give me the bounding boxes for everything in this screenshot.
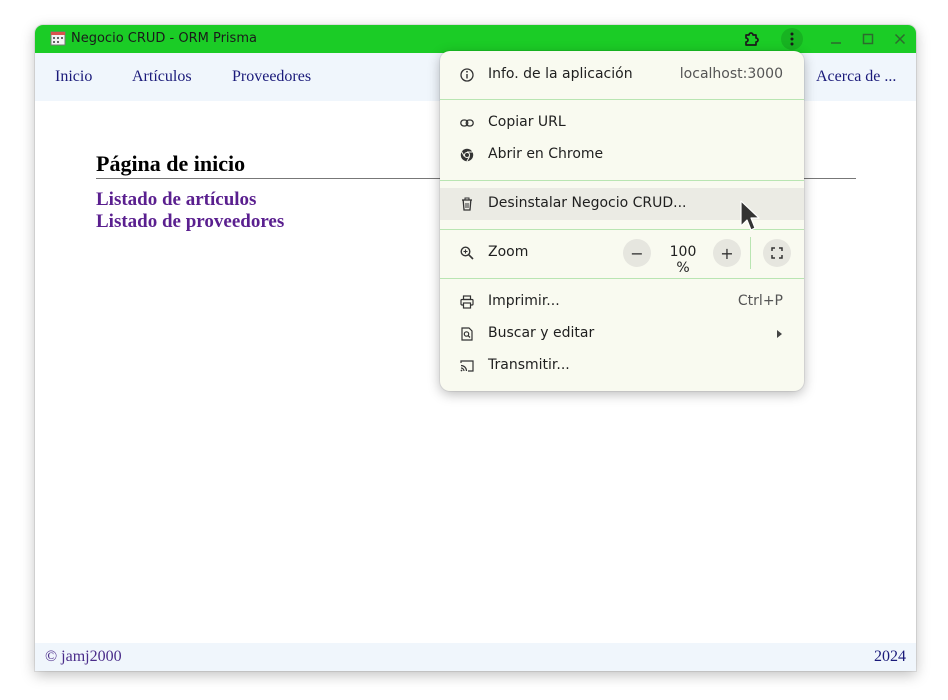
zoom-out-button[interactable]: − — [623, 239, 651, 267]
find-page-icon — [461, 327, 473, 341]
vertical-dots-icon — [790, 32, 794, 46]
menu-label: Transmitir... — [488, 357, 570, 373]
menu-item-app-info[interactable]: Info. de la aplicación localhost:3000 — [440, 59, 804, 91]
link-listado-proveedores[interactable]: Listado de proveedores — [96, 211, 284, 233]
extensions-button[interactable] — [741, 28, 763, 50]
cast-icon — [460, 360, 474, 372]
menu-item-open-in-chrome[interactable]: Abrir en Chrome — [440, 139, 804, 171]
printer-icon — [460, 295, 474, 309]
menu-app-host: localhost:3000 — [679, 66, 783, 82]
menu-label: Desinstalar Negocio CRUD... — [488, 195, 687, 211]
page-title: Página de inicio — [96, 151, 246, 176]
menu-label: Zoom — [488, 244, 529, 260]
zoom-value: 100 % — [669, 244, 697, 276]
menu-item-cast[interactable]: Transmitir... — [440, 350, 804, 382]
menu-item-copy-url[interactable]: Copiar URL — [440, 107, 804, 139]
footer-year: 2024 — [874, 648, 906, 665]
puzzle-icon — [745, 32, 759, 46]
nav-articulos[interactable]: Artículos — [132, 68, 192, 86]
link-icon — [460, 119, 474, 127]
zoom-icon — [460, 246, 474, 260]
menu-separator — [440, 278, 804, 279]
footer-copyright: © jamj2000 — [45, 648, 122, 665]
info-icon — [460, 68, 474, 82]
menu-label: Info. de la aplicación — [488, 66, 633, 82]
window-title: Negocio CRUD - ORM Prisma — [71, 31, 257, 46]
minimize-button[interactable] — [825, 28, 847, 50]
menu-label: Imprimir... — [488, 293, 560, 309]
maximize-button[interactable] — [857, 28, 879, 50]
close-button[interactable] — [889, 28, 911, 50]
menu-separator — [440, 99, 804, 100]
menu-label: Abrir en Chrome — [488, 146, 604, 162]
nav-inicio[interactable]: Inicio — [55, 68, 92, 86]
footer: © jamj2000 2024 — [35, 643, 916, 671]
minimize-icon — [831, 42, 841, 44]
menu-item-print[interactable]: Imprimir... Ctrl+P — [440, 286, 804, 318]
calendar-app-icon — [50, 31, 66, 46]
close-icon — [894, 33, 906, 45]
chrome-icon — [460, 148, 474, 162]
fullscreen-icon — [771, 247, 783, 259]
zoom-divider — [750, 237, 751, 269]
menu-item-zoom: Zoom − 100 % + — [440, 237, 804, 276]
submenu-arrow-icon — [777, 330, 782, 338]
zoom-in-button[interactable]: + — [713, 239, 741, 267]
app-menu-button[interactable] — [781, 28, 803, 50]
menu-label: Copiar URL — [488, 114, 566, 130]
fullscreen-button[interactable] — [763, 239, 791, 267]
maximize-icon — [862, 33, 874, 45]
title-bar: Negocio CRUD - ORM Prisma — [35, 25, 916, 53]
menu-item-find-edit[interactable]: Buscar y editar — [440, 318, 804, 350]
print-shortcut: Ctrl+P — [737, 293, 783, 309]
nav-acerca[interactable]: Acerca de ... — [816, 68, 896, 86]
link-listado-articulos[interactable]: Listado de artículos — [96, 189, 256, 211]
nav-proveedores[interactable]: Proveedores — [232, 68, 311, 86]
trash-icon — [462, 197, 472, 211]
menu-separator — [440, 180, 804, 181]
mouse-cursor-icon — [740, 200, 760, 231]
menu-label: Buscar y editar — [488, 325, 595, 341]
